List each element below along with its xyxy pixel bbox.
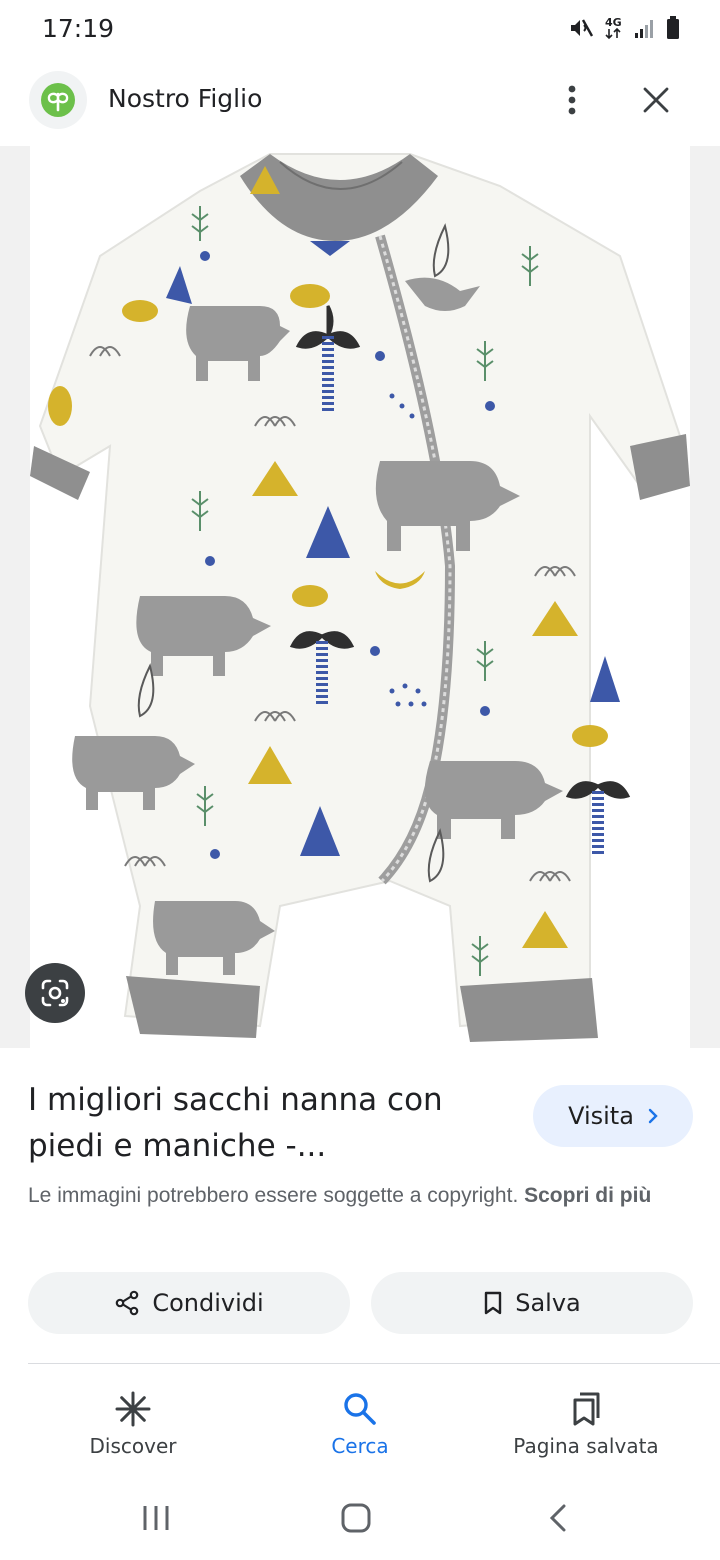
home-icon <box>341 1503 371 1533</box>
close-icon <box>643 87 669 113</box>
site-name[interactable]: Nostro Figlio <box>108 84 262 113</box>
mute-icon <box>571 19 594 37</box>
lens-button[interactable] <box>25 963 85 1023</box>
save-button[interactable]: Salva <box>371 1272 693 1334</box>
save-label: Salva <box>515 1289 581 1317</box>
nav-saved-pages[interactable]: Pagina salvata <box>476 1390 696 1458</box>
discover-icon <box>115 1391 151 1427</box>
google-lens-icon <box>41 979 69 1007</box>
status-time: 17:19 <box>42 14 115 43</box>
battery-icon <box>667 16 679 39</box>
back-button[interactable] <box>528 1496 588 1540</box>
viewer-header: Nostro Figlio <box>0 64 720 136</box>
status-bar: 17:19 4G <box>0 0 720 56</box>
nav-saved-label: Pagina salvata <box>513 1434 659 1458</box>
nav-search-label: Cerca <box>331 1434 389 1458</box>
sleeping-bag-illustration <box>30 153 690 1042</box>
visit-button[interactable]: Visita <box>533 1085 693 1147</box>
system-nav-bar <box>0 1478 720 1560</box>
result-title[interactable]: I migliori sacchi nanna con piedi e mani… <box>28 1077 508 1169</box>
network-4g-icon: 4G <box>605 16 622 40</box>
status-icons: 4G <box>568 14 680 42</box>
more-vert-icon <box>568 85 576 115</box>
share-button[interactable]: Condividi <box>28 1272 350 1334</box>
bottom-nav: Discover Cerca Pagina salvata <box>0 1376 720 1476</box>
site-logo[interactable] <box>29 71 87 129</box>
nostro-figlio-logo-icon <box>41 83 75 117</box>
product-image[interactable] <box>30 146 690 1048</box>
recent-apps-button[interactable] <box>126 1496 186 1540</box>
copyright-text: Le immagini potrebbero essere soggette a… <box>28 1184 519 1207</box>
share-label: Condividi <box>152 1289 264 1317</box>
share-icon <box>116 1290 139 1316</box>
close-button[interactable] <box>634 78 678 122</box>
nav-discover[interactable]: Discover <box>23 1390 243 1458</box>
search-icon <box>344 1393 376 1425</box>
recent-apps-icon <box>143 1506 169 1530</box>
back-icon <box>549 1504 566 1532</box>
nav-search[interactable]: Cerca <box>250 1390 470 1458</box>
chevron-right-icon <box>648 1108 658 1124</box>
more-options-button[interactable] <box>552 78 592 122</box>
network-label: 4G <box>605 16 622 29</box>
visit-label: Visita <box>568 1102 634 1130</box>
learn-more-link[interactable]: Scopri di più <box>524 1184 651 1207</box>
signal-icon <box>635 20 653 38</box>
divider <box>28 1363 720 1364</box>
saved-pages-icon <box>573 1392 600 1426</box>
bookmark-icon <box>485 1291 502 1315</box>
image-frame <box>0 146 720 1048</box>
copyright-notice: Le immagini potrebbero essere soggette a… <box>28 1180 688 1212</box>
home-button[interactable] <box>326 1496 386 1540</box>
nav-discover-label: Discover <box>89 1434 177 1458</box>
